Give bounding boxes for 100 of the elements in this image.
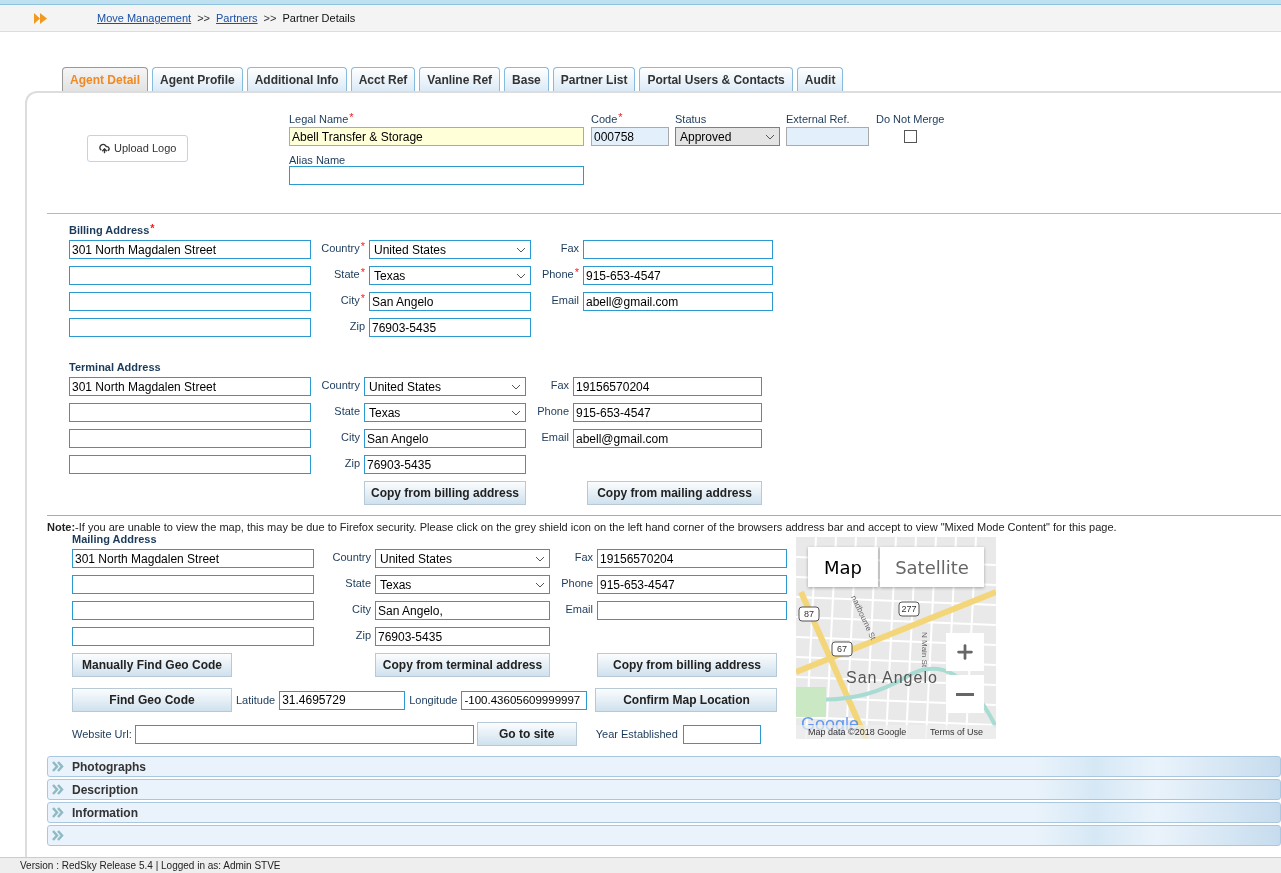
breadcrumb-link[interactable]: Move Management [97, 12, 192, 24]
checkbox[interactable] [904, 130, 917, 143]
field-label: Legal Name* [289, 113, 355, 127]
street-field[interactable]: 301 North Magdalen Street [72, 549, 314, 568]
field-label: Phone* [541, 268, 580, 280]
tab[interactable]: Agent Profile [152, 67, 243, 91]
field-label: External Ref. [786, 113, 851, 127]
text-field[interactable]: 915-653-4547 [597, 575, 787, 594]
legal-name-field[interactable]: Abell Transfer & Storage [289, 127, 584, 146]
code-field[interactable]: 000758 [591, 127, 669, 146]
field-label: Fax [560, 242, 580, 254]
accordion-header[interactable]: Description [47, 779, 1281, 800]
note-text: Note:-If you are unable to view the map, this may be due to Firefox security. Please click on the grey shield icon on the left hand corner of the browsers address bar and accept to view "Mixed Mode Content" for this page. [47, 515, 1281, 533]
text-field[interactable]: San Angelo [364, 429, 526, 448]
street-field[interactable]: 301 North Magdalen Street [69, 377, 311, 396]
copy-address-button[interactable]: Copy from mailing address [587, 481, 762, 505]
external-ref-field[interactable] [786, 127, 869, 146]
street-field[interactable] [69, 455, 311, 474]
website-field[interactable] [134, 724, 474, 744]
text-field[interactable]: 76903-5435 [375, 627, 550, 646]
street-field[interactable]: 301 North Magdalen Street [69, 240, 311, 259]
latitude-field[interactable]: 31.4695729 [279, 690, 406, 710]
geo-code-button[interactable]: Manually Find Geo Code [72, 653, 232, 677]
text-field[interactable]: San Angelo, [375, 601, 550, 620]
status-bar: Version : RedSky Release 5.4 | Logged in as: Admin STVE [0, 857, 1281, 873]
field-label: Country [321, 379, 361, 391]
street-field[interactable] [72, 627, 314, 646]
satellite-type-button[interactable]: Satellite [880, 547, 984, 587]
tab[interactable]: Partner List [552, 67, 636, 91]
caret-icon [511, 409, 521, 416]
text-field[interactable]: abell@gmail.com [573, 429, 762, 448]
street-field[interactable] [69, 429, 311, 448]
text-field[interactable]: 76903-5435 [364, 455, 526, 474]
caret-icon [511, 383, 521, 390]
tab[interactable]: Base [504, 67, 549, 91]
caret-icon [765, 133, 775, 140]
tab[interactable]: Vanline Ref [419, 67, 501, 91]
copy-address-button[interactable]: Copy from billing address [597, 653, 777, 677]
field-label: Email [565, 603, 594, 615]
caret-icon [535, 581, 545, 588]
field-label: Country [332, 551, 372, 563]
text-field[interactable]: 19156570204 [597, 549, 787, 568]
required-mark: * [360, 240, 365, 252]
status-dropdown[interactable]: Approved [675, 127, 780, 146]
tab[interactable]: Portal Users & Contacts [639, 67, 793, 91]
year-field[interactable] [682, 724, 761, 744]
cloud-upload-icon [99, 142, 110, 154]
street-field[interactable] [69, 292, 311, 311]
dropdown[interactable]: Texas [375, 575, 550, 594]
zoom-out-button[interactable] [946, 675, 984, 713]
street-field[interactable] [69, 403, 311, 422]
dropdown[interactable]: Texas [364, 403, 526, 422]
tab[interactable]: Audit [796, 67, 844, 91]
field-label: Website Url: [72, 728, 132, 740]
street-field[interactable] [69, 266, 311, 285]
field-label: Fax [574, 551, 594, 563]
street-field[interactable] [69, 318, 311, 337]
map-type-button[interactable]: Map [808, 547, 878, 587]
dropdown[interactable]: United States [369, 240, 531, 259]
text-field[interactable]: 76903-5435 [369, 318, 531, 337]
accordion-title: Information [72, 805, 138, 820]
upload-logo-button[interactable]: Upload Logo [87, 134, 189, 162]
copy-address-button[interactable]: Copy from billing address [364, 481, 526, 505]
field-label: Do Not Merge [876, 113, 946, 127]
zoom-in-button[interactable] [946, 633, 984, 671]
field-label: Zip [344, 457, 361, 469]
text-field[interactable]: 915-653-4547 [583, 266, 773, 285]
longitude-field[interactable]: -100.43605609999997 [461, 690, 588, 710]
dropdown[interactable]: Texas [369, 266, 531, 285]
text-field[interactable] [597, 601, 787, 620]
section-title: Terminal Address [69, 361, 162, 375]
breadcrumb-link[interactable]: Partners [216, 12, 258, 24]
copy-address-button[interactable]: Copy from terminal address [375, 653, 550, 677]
caret-icon [516, 272, 526, 279]
find-geo-code-button[interactable]: Find Geo Code [72, 688, 232, 712]
go-to-site-button[interactable]: Go to site [476, 722, 577, 746]
street-field[interactable] [72, 575, 314, 594]
alias-name-field[interactable] [289, 166, 584, 185]
required-mark: * [150, 222, 155, 234]
accordion-header[interactable]: Photographs [47, 756, 1281, 777]
text-field[interactable] [583, 240, 773, 259]
dropdown[interactable]: United States [375, 549, 550, 568]
field-label: Zip [355, 629, 372, 641]
double-arrow-icon [34, 12, 47, 24]
text-field[interactable]: 19156570204 [573, 377, 762, 396]
section-title: Mailing Address [72, 533, 158, 547]
text-field[interactable]: San Angelo [369, 292, 531, 311]
tab[interactable]: Acct Ref [350, 67, 416, 91]
field-label: City [341, 431, 361, 443]
field-label: Longitude [409, 694, 458, 706]
street-field[interactable] [72, 601, 314, 620]
text-field[interactable]: abell@gmail.com [583, 292, 773, 311]
accordion-header[interactable]: Information [47, 802, 1281, 823]
field-label: Email [551, 294, 580, 306]
dropdown[interactable]: United States [364, 377, 526, 396]
field-label: State* [334, 268, 366, 280]
text-field[interactable]: 915-653-4547 [573, 403, 762, 422]
confirm-location-button[interactable]: Confirm Map Location [595, 688, 778, 712]
caret-icon [516, 246, 526, 253]
tab[interactable]: Additional Info [246, 67, 347, 91]
